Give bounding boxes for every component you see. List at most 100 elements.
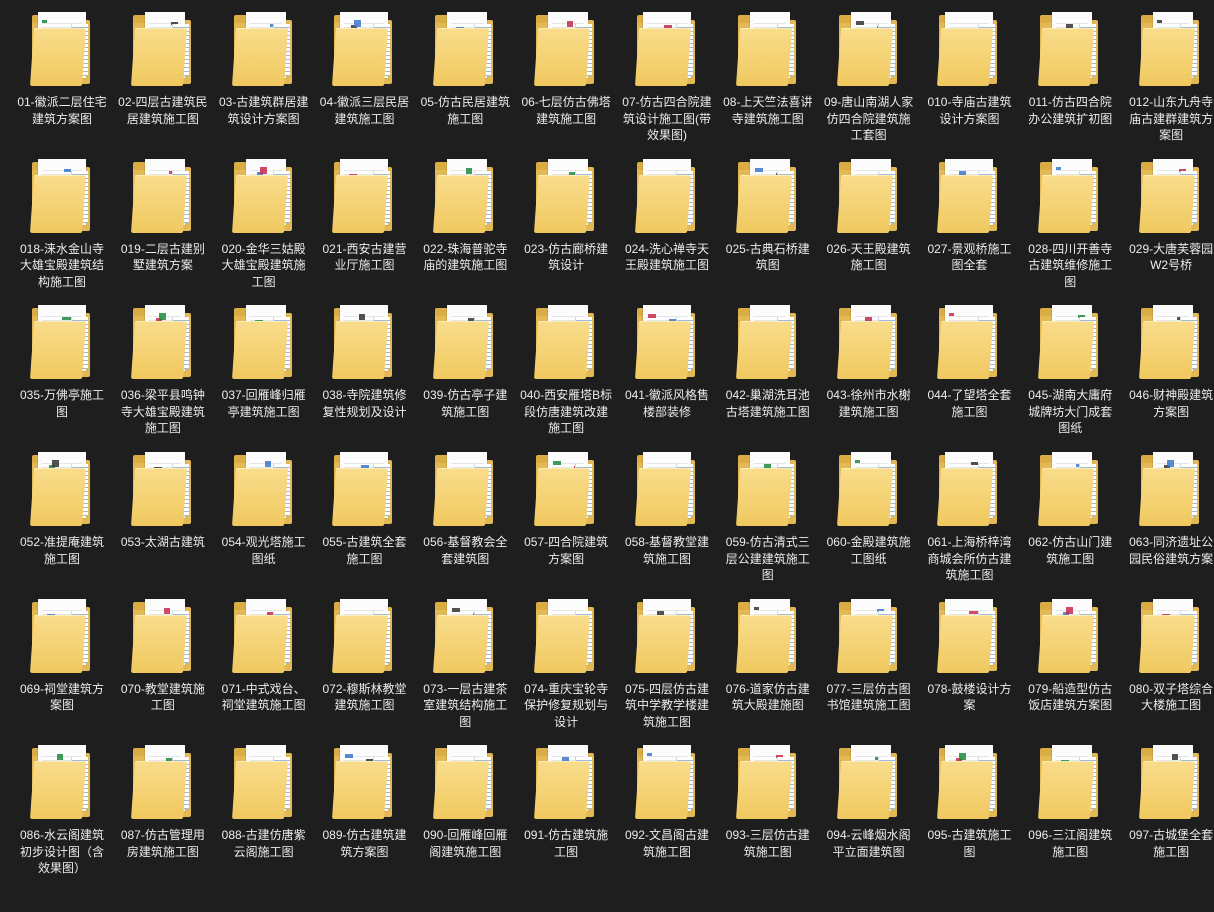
- folder-label: 087-仿古管理用房建筑施工图: [120, 828, 205, 859]
- folder-item[interactable]: 028-四川开善寺古建筑维修施工图: [1022, 153, 1118, 300]
- folder-item[interactable]: 078-鼓楼设计方案: [921, 593, 1017, 740]
- folder-icon: [634, 157, 699, 235]
- folder-item[interactable]: 070-教堂建筑施工图: [115, 593, 211, 740]
- folder-item[interactable]: 071-中式戏台、祠堂建筑施工图: [216, 593, 312, 740]
- folder-item[interactable]: 038-寺院建筑修复性规划及设计: [316, 299, 412, 446]
- folder-item[interactable]: 054-观光塔施工图纸: [216, 446, 312, 593]
- folder-item[interactable]: 093-三层仿古建筑施工图: [720, 739, 816, 886]
- folder-item[interactable]: 045-湖南大庸府城牌坊大门成套图纸: [1022, 299, 1118, 446]
- folder-item[interactable]: 024-洗心禅寺天王殿建筑施工图: [619, 153, 715, 300]
- folder-item[interactable]: 058-基督教堂建筑施工图: [619, 446, 715, 593]
- folder-icon: [332, 303, 396, 381]
- folder-item[interactable]: 041-徽派风格售楼部装修: [619, 299, 715, 446]
- folder-item[interactable]: 029-大唐芙蓉园W2号桥: [1123, 153, 1214, 300]
- folder-item[interactable]: 06-七层仿古佛塔建筑施工图: [518, 6, 614, 153]
- folder-item[interactable]: 097-古城堡全套施工图: [1123, 739, 1214, 886]
- folder-label: 062-仿古山门建筑施工图: [1028, 535, 1113, 566]
- folder-item[interactable]: 02-四层古建筑民居建筑施工图: [115, 6, 211, 153]
- folder-item[interactable]: 036-梁平县鸣钟寺大雄宝殿建筑施工图: [115, 299, 211, 446]
- folder-item[interactable]: 060-金殿建筑施工图纸: [821, 446, 917, 593]
- folder-icon: [1139, 10, 1203, 88]
- folder-item[interactable]: 077-三层仿古图书馆建筑施工图: [821, 593, 917, 740]
- folder-icon: [1038, 743, 1102, 821]
- folder-item[interactable]: 080-双子塔综合大楼施工图: [1123, 593, 1214, 740]
- folder-item[interactable]: 090-回雁峰回雁阁建筑施工图: [417, 739, 513, 886]
- folder-item[interactable]: 07-仿古四合院建筑设计施工图(带效果图): [619, 6, 715, 153]
- folder-icon: [937, 157, 1001, 235]
- folder-item[interactable]: 035-万佛亭施工图: [14, 299, 110, 446]
- folder-item[interactable]: 052-准提庵建筑施工图: [14, 446, 110, 593]
- folder-item[interactable]: 043-徐州市水榭建筑施工图: [821, 299, 917, 446]
- folder-item[interactable]: 04-徽派三层民居建筑施工图: [316, 6, 412, 153]
- folder-item[interactable]: 087-仿古管理用房建筑施工图: [115, 739, 211, 886]
- folder-item[interactable]: 057-四合院建筑方案图: [518, 446, 614, 593]
- folder-item[interactable]: 063-同济遗址公园民俗建筑方案: [1123, 446, 1214, 593]
- folder-icon: [937, 450, 1001, 528]
- folder-label: 078-鼓楼设计方案: [927, 681, 1012, 713]
- folder-item[interactable]: 046-财神殿建筑方案图: [1123, 299, 1214, 446]
- folder-item[interactable]: 096-三江阁建筑施工图: [1022, 739, 1118, 886]
- folder-icon: [534, 157, 598, 235]
- folder-item[interactable]: 040-西安雁塔B标段仿唐建筑改建施工图: [518, 299, 614, 446]
- folder-item[interactable]: 092-文昌阁古建筑施工图: [619, 739, 715, 886]
- folder-label: 055-古建筑全套施工图: [322, 535, 407, 566]
- folder-label: 019-二层古建别墅建筑方案: [120, 241, 205, 273]
- folder-item[interactable]: 076-道家仿古建筑大殿建施图: [720, 593, 816, 740]
- folder-item[interactable]: 018-涞水金山寺大雄宝殿建筑结构施工图: [14, 153, 110, 300]
- folder-icon: [130, 743, 195, 821]
- folder-icon: [332, 597, 396, 675]
- folder-item[interactable]: 039-仿古亭子建筑施工图: [417, 299, 513, 446]
- folder-label: 040-西安雁塔B标段仿唐建筑改建施工图: [520, 388, 613, 436]
- folder-item[interactable]: 025-古典石桥建筑图: [720, 153, 816, 300]
- folder-item[interactable]: 042-巢湖洗耳池古塔建筑施工图: [720, 299, 816, 446]
- folder-item[interactable]: 053-太湖古建筑: [115, 446, 211, 593]
- folder-item[interactable]: 020-金华三姑殿大雄宝殿建筑施工图: [216, 153, 312, 300]
- folder-item[interactable]: 010-寺庙古建筑设计方案图: [921, 6, 1017, 153]
- folder-item[interactable]: 091-仿古建筑施工图: [518, 739, 614, 886]
- folder-label: 038-寺院建筑修复性规划及设计: [322, 388, 407, 419]
- folder-item[interactable]: 022-珠海普驼寺庙的建筑施工图: [417, 153, 513, 300]
- folder-item[interactable]: 019-二层古建别墅建筑方案: [115, 153, 211, 300]
- folder-item[interactable]: 037-回雁峰归雁亭建筑施工图: [216, 299, 312, 446]
- folder-item[interactable]: 073-一层古建茶室建筑结构施工图: [417, 593, 513, 740]
- folder-item[interactable]: 08-上天竺法喜讲寺建筑施工图: [720, 6, 816, 153]
- folder-item[interactable]: 095-古建筑施工图: [921, 739, 1017, 886]
- folder-icon: [30, 450, 94, 528]
- folder-icon: [836, 450, 901, 528]
- folder-item[interactable]: 059-仿古清式三层公建建筑施工图: [720, 446, 816, 593]
- folder-label: 057-四合院建筑方案图: [524, 535, 609, 566]
- folder-item[interactable]: 05-仿古民居建筑施工图: [417, 6, 513, 153]
- folder-item[interactable]: 026-天王殿建筑施工图: [821, 153, 917, 300]
- folder-item[interactable]: 086-水云阁建筑初步设计图（含效果图）: [14, 739, 110, 886]
- folder-item[interactable]: 044-了望塔全套施工图: [921, 299, 1017, 446]
- folder-item[interactable]: 061-上海桥梓湾商城会所仿古建筑施工图: [921, 446, 1017, 593]
- folder-item[interactable]: 089-仿古建筑建筑方案图: [316, 739, 412, 886]
- folder-item[interactable]: 03-古建筑群居建筑设计方案图: [216, 6, 312, 153]
- folder-item[interactable]: 074-重庆宝轮寺保护修复规划与设计: [518, 593, 614, 740]
- folder-item[interactable]: 011-仿古四合院办公建筑扩初图: [1022, 6, 1118, 153]
- folder-item[interactable]: 023-仿古廊桥建筑设计: [518, 153, 614, 300]
- folder-item[interactable]: 072-穆斯林教堂建筑施工图: [316, 593, 412, 740]
- folder-item[interactable]: 088-古建仿唐紫云阁施工图: [216, 739, 312, 886]
- folder-item[interactable]: 012-山东九舟寺庙古建群建筑方案图: [1123, 6, 1214, 153]
- folder-item[interactable]: 075-四层仿古建筑中学教学楼建筑施工图: [619, 593, 715, 740]
- folder-item[interactable]: 062-仿古山门建筑施工图: [1022, 446, 1118, 593]
- folder-icon: [231, 743, 296, 821]
- folder-label: 059-仿古清式三层公建建筑施工图: [725, 535, 810, 583]
- folder-icon: [1139, 450, 1203, 528]
- folder-item[interactable]: 094-云峰烟水阁平立面建筑图: [821, 739, 917, 886]
- folder-item[interactable]: 021-西安古建营业厅施工图: [316, 153, 412, 300]
- folder-label: 035-万佛亭施工图: [19, 388, 105, 419]
- folder-item[interactable]: 069-祠堂建筑方案图: [14, 593, 110, 740]
- folder-item[interactable]: 079-船造型仿古饭店建筑方案图: [1022, 593, 1118, 740]
- folder-item[interactable]: 01-徽派二层住宅建筑方案图: [14, 6, 110, 153]
- folder-icon: [433, 303, 497, 381]
- folder-icon: [231, 157, 296, 235]
- folder-label: 091-仿古建筑施工图: [524, 828, 609, 859]
- folder-item[interactable]: 027-景观桥施工图全套: [921, 153, 1017, 300]
- folder-item[interactable]: 09-唐山南湖人家仿四合院建筑施工套图: [821, 6, 917, 153]
- folder-label: 071-中式戏台、祠堂建筑施工图: [221, 681, 306, 713]
- folder-label: 03-古建筑群居建筑设计方案图: [218, 95, 309, 126]
- folder-item[interactable]: 055-古建筑全套施工图: [316, 446, 412, 593]
- folder-item[interactable]: 056-基督教会全套建筑图: [417, 446, 513, 593]
